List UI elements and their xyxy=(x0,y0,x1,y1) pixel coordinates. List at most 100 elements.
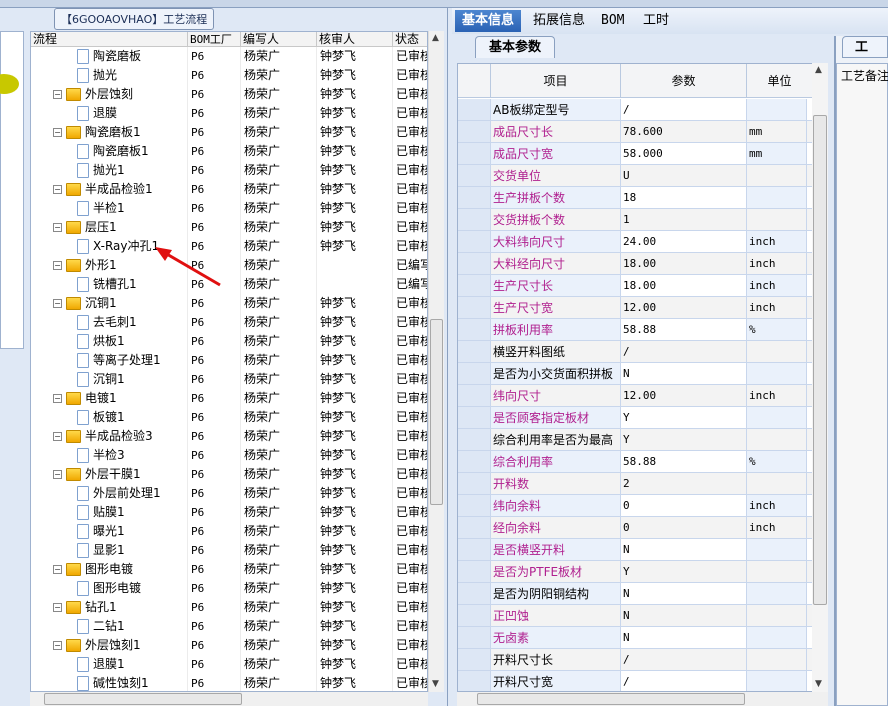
param-unit[interactable]: inch xyxy=(747,275,807,296)
tree-row[interactable]: − 外层蚀刻 P6 杨荣广 钟梦飞 已审核 xyxy=(31,85,427,104)
tree-row[interactable]: 抛光1 P6 杨荣广 钟梦飞 已审核 xyxy=(31,161,427,180)
param-value[interactable]: 58.88 xyxy=(621,319,747,340)
collapse-icon[interactable]: − xyxy=(53,90,62,99)
param-row[interactable]: 交货拼板个数 1 xyxy=(458,209,813,231)
param-unit[interactable] xyxy=(747,583,807,604)
param-row[interactable]: 无卤素 N xyxy=(458,627,813,649)
tab-bom[interactable]: BOM xyxy=(594,10,631,32)
collapse-icon[interactable]: − xyxy=(53,185,62,194)
tree-row[interactable]: 板镀1 P6 杨荣广 钟梦飞 已审核 xyxy=(31,408,427,427)
param-value[interactable]: / xyxy=(621,671,747,691)
row-header[interactable] xyxy=(458,451,491,472)
param-unit[interactable] xyxy=(747,561,807,582)
tree-row[interactable]: − 层压1 P6 杨荣广 钟梦飞 已审核 xyxy=(31,218,427,237)
row-header[interactable] xyxy=(458,495,491,516)
param-row[interactable]: 经向余料 0 inch xyxy=(458,517,813,539)
param-row[interactable]: 大料纬向尺寸 24.00 inch xyxy=(458,231,813,253)
param-row[interactable]: AB板绑定型号 / xyxy=(458,99,813,121)
tree-row[interactable]: 抛光 P6 杨荣广 钟梦飞 已审核 xyxy=(31,66,427,85)
row-header[interactable] xyxy=(458,539,491,560)
param-row[interactable]: 成品尺寸宽 58.000 mm xyxy=(458,143,813,165)
collapse-icon[interactable]: − xyxy=(53,128,62,137)
param-value[interactable]: 12.00 xyxy=(621,297,747,318)
param-row[interactable]: 开料尺寸长 / xyxy=(458,649,813,671)
param-value[interactable]: 18 xyxy=(621,187,747,208)
row-header[interactable] xyxy=(458,627,491,648)
param-row[interactable]: 是否为PTFE板材 Y xyxy=(458,561,813,583)
param-row[interactable]: 综合利用率是否为最高 Y xyxy=(458,429,813,451)
param-row[interactable]: 是否为阴阳铜结构 N xyxy=(458,583,813,605)
tree-row[interactable]: − 半成品检验1 P6 杨荣广 钟梦飞 已审核 xyxy=(31,180,427,199)
col-header-bom[interactable]: BOM工厂 xyxy=(188,32,241,47)
subtab-basic-params[interactable]: 基本参数 xyxy=(475,36,555,58)
tree-row[interactable]: − 沉铜1 P6 杨荣广 钟梦飞 已审核 xyxy=(31,294,427,313)
row-header[interactable] xyxy=(458,385,491,406)
tree-row[interactable]: − 半成品检验3 P6 杨荣广 钟梦飞 已审核 xyxy=(31,427,427,446)
param-unit[interactable] xyxy=(747,429,807,450)
params-vertical-scrollbar[interactable]: ▲ ▼ xyxy=(812,63,828,692)
param-unit[interactable]: mm xyxy=(747,121,807,142)
tree-row[interactable]: 曝光1 P6 杨荣广 钟梦飞 已审核 xyxy=(31,522,427,541)
param-row[interactable]: 生产尺寸宽 12.00 inch xyxy=(458,297,813,319)
param-unit[interactable]: % xyxy=(747,319,807,340)
tree-row[interactable]: 贴膜1 P6 杨荣广 钟梦飞 已审核 xyxy=(31,503,427,522)
param-value[interactable]: Y xyxy=(621,429,747,450)
col-header-status[interactable]: 状态 xyxy=(393,32,427,47)
row-header[interactable] xyxy=(458,363,491,384)
param-row[interactable]: 综合利用率 58.88 % xyxy=(458,451,813,473)
param-row[interactable]: 纬向余料 0 inch xyxy=(458,495,813,517)
tree-row[interactable]: X-Ray冲孔1 P6 杨荣广 钟梦飞 已审核 xyxy=(31,237,427,256)
param-row[interactable]: 是否为小交货面积拼板 N xyxy=(458,363,813,385)
scroll-thumb[interactable] xyxy=(813,115,827,605)
param-unit[interactable]: inch xyxy=(747,517,807,538)
tree-row[interactable]: − 外层干膜1 P6 杨荣广 钟梦飞 已审核 xyxy=(31,465,427,484)
tree-row[interactable]: 二钻1 P6 杨荣广 钟梦飞 已审核 xyxy=(31,617,427,636)
tab-process-notes[interactable]: 工 xyxy=(842,36,888,58)
tree-row[interactable]: − 钻孔1 P6 杨荣广 钟梦飞 已审核 xyxy=(31,598,427,617)
param-value[interactable]: 2 xyxy=(621,473,747,494)
param-unit[interactable]: inch xyxy=(747,495,807,516)
collapse-icon[interactable]: − xyxy=(53,394,62,403)
collapse-icon[interactable]: − xyxy=(53,432,62,441)
param-unit[interactable]: inch xyxy=(747,297,807,318)
param-row[interactable]: 大料经向尺寸 18.00 inch xyxy=(458,253,813,275)
param-unit[interactable] xyxy=(747,605,807,626)
tree-row[interactable]: 沉铜1 P6 杨荣广 钟梦飞 已审核 xyxy=(31,370,427,389)
param-row[interactable]: 是否横竖开料 N xyxy=(458,539,813,561)
row-header[interactable] xyxy=(458,583,491,604)
param-unit[interactable] xyxy=(747,187,807,208)
tree-row[interactable]: − 外层蚀刻1 P6 杨荣广 钟梦飞 已审核 xyxy=(31,636,427,655)
param-value[interactable]: N xyxy=(621,539,747,560)
tree-row[interactable]: 陶瓷磨板 P6 杨荣广 钟梦飞 已审核 xyxy=(31,47,427,66)
row-header[interactable] xyxy=(458,605,491,626)
param-value[interactable]: 58.88 xyxy=(621,451,747,472)
collapse-icon[interactable]: − xyxy=(53,641,62,650)
param-unit[interactable] xyxy=(747,99,807,120)
param-value[interactable]: 18.00 xyxy=(621,253,747,274)
param-unit[interactable]: inch xyxy=(747,231,807,252)
row-header[interactable] xyxy=(458,143,491,164)
param-unit[interactable]: inch xyxy=(747,385,807,406)
param-row[interactable]: 是否顾客指定板材 Y xyxy=(458,407,813,429)
param-row[interactable]: 生产拼板个数 18 xyxy=(458,187,813,209)
row-header[interactable] xyxy=(458,253,491,274)
row-header[interactable] xyxy=(458,341,491,362)
tree-row[interactable]: − 外形1 P6 杨荣广 已编写 xyxy=(31,256,427,275)
tree-row[interactable]: − 电镀1 P6 杨荣广 钟梦飞 已审核 xyxy=(31,389,427,408)
tree-row[interactable]: 退膜 P6 杨荣广 钟梦飞 已审核 xyxy=(31,104,427,123)
tree-row[interactable]: − 陶瓷磨板1 P6 杨荣广 钟梦飞 已审核 xyxy=(31,123,427,142)
param-unit[interactable] xyxy=(747,671,807,691)
row-header[interactable] xyxy=(458,319,491,340)
param-value[interactable]: 78.600 xyxy=(621,121,747,142)
tab-basic-info[interactable]: 基本信息 xyxy=(455,10,522,32)
tree-row[interactable]: 陶瓷磨板1 P6 杨荣广 钟梦飞 已审核 xyxy=(31,142,427,161)
param-unit[interactable] xyxy=(747,165,807,186)
row-header[interactable] xyxy=(458,517,491,538)
tree-row[interactable]: − 图形电镀 P6 杨荣广 钟梦飞 已审核 xyxy=(31,560,427,579)
tree-row[interactable]: 退膜1 P6 杨荣广 钟梦飞 已审核 xyxy=(31,655,427,674)
tree-row[interactable]: 等离子处理1 P6 杨荣广 钟梦飞 已审核 xyxy=(31,351,427,370)
row-header[interactable] xyxy=(458,297,491,318)
col-header-item[interactable]: 项目 xyxy=(491,64,621,98)
param-value[interactable]: 12.00 xyxy=(621,385,747,406)
param-value[interactable]: / xyxy=(621,649,747,670)
